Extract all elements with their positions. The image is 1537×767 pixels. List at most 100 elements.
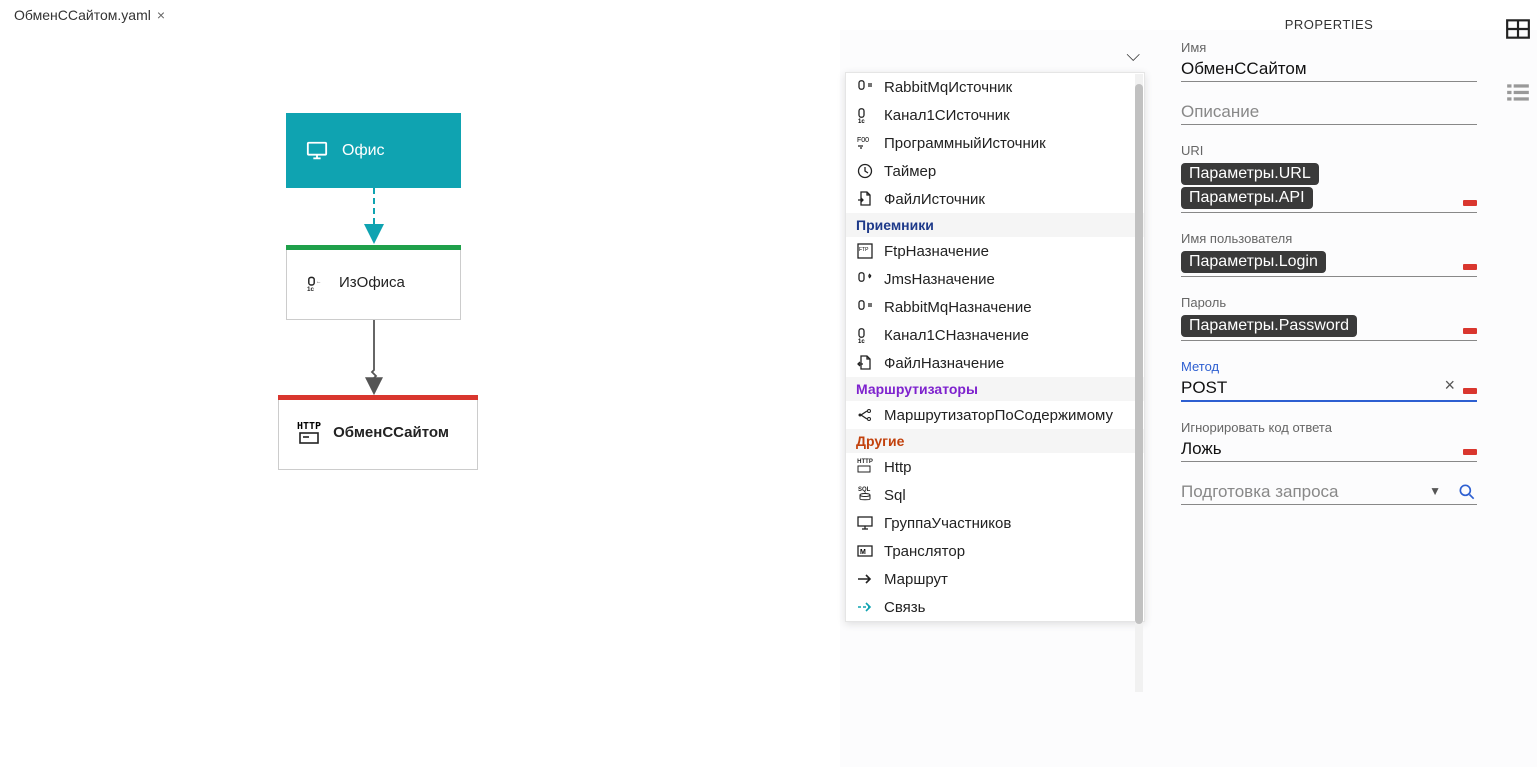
palette-item-http[interactable]: HTTP Http	[846, 453, 1144, 481]
prepare-placeholder: Подготовка запроса	[1181, 482, 1339, 501]
palette-category-receivers: Приемники	[846, 213, 1144, 237]
palette-item-content-router[interactable]: МаршрутизаторПоСодержимому	[846, 401, 1144, 429]
uri-input[interactable]: Параметры.URL Параметры.API	[1181, 160, 1477, 213]
dest-1c-icon: 1c	[856, 326, 874, 344]
palette-item-sql[interactable]: SQL Sql	[846, 481, 1144, 509]
param-tag[interactable]: Параметры.Login	[1181, 251, 1326, 273]
chevron-down-icon[interactable]: ⌵	[1126, 45, 1140, 66]
source-1c-icon: ← 1c	[305, 274, 327, 292]
node-office[interactable]: Офис	[286, 113, 461, 188]
field-label: Имя	[1181, 40, 1477, 55]
palette-item-chan1c-dst[interactable]: 1c Канал1СНазначение	[846, 321, 1144, 349]
file-export-icon	[856, 190, 874, 208]
palette-item-translator[interactable]: M Транслятор	[846, 537, 1144, 565]
properties-title: PROPERTIES	[1181, 17, 1477, 32]
prepare-select[interactable]: Подготовка запроса ▼	[1181, 480, 1477, 505]
palette-item-label: Sql	[884, 487, 906, 504]
router-icon	[856, 406, 874, 424]
palette-item-label: JmsНазначение	[884, 271, 995, 288]
palette-item-link[interactable]: Связь	[846, 593, 1144, 621]
node-topbar	[286, 245, 461, 250]
palette-item-jms-dst[interactable]: JmsНазначение	[846, 265, 1144, 293]
properties-panel: PROPERTIES Имя ОбменССайтом Описание URI…	[1179, 17, 1479, 523]
method-value: POST	[1181, 378, 1227, 397]
field-label: Метод	[1181, 359, 1477, 374]
palette-item-label: Связь	[884, 599, 925, 616]
palette-category-routers: Маршрутизаторы	[846, 377, 1144, 401]
field-ignore: Игнорировать код ответа Ложь	[1181, 420, 1477, 462]
code-icon: F00	[856, 134, 874, 152]
palette-item-rabbit-src[interactable]: RabbitMqИсточник	[846, 73, 1144, 101]
palette-item-rabbit-dst[interactable]: RabbitMqНазначение	[846, 293, 1144, 321]
close-icon[interactable]: ×	[157, 7, 165, 23]
sql-icon: SQL	[856, 486, 874, 504]
palette-item-label: ФайлИсточник	[884, 191, 985, 208]
field-password: Пароль Параметры.Password	[1181, 295, 1477, 341]
palette-item-label: RabbitMqНазначение	[884, 299, 1032, 316]
param-tag[interactable]: Параметры.URL	[1181, 163, 1319, 185]
monitor-icon	[304, 140, 330, 162]
field-label: Имя пользователя	[1181, 231, 1477, 246]
field-description: Описание	[1181, 100, 1477, 125]
remove-icon[interactable]	[1463, 328, 1477, 334]
diagram-canvas[interactable]: Офис ← 1c ИзОфиса HTTP ОбменССайтом	[0, 30, 840, 767]
password-input[interactable]: Параметры.Password	[1181, 312, 1477, 341]
right-rail	[1505, 16, 1531, 106]
node-from-office[interactable]: ← 1c ИзОфиса	[286, 245, 461, 320]
palette-item-prog-src[interactable]: F00 ПрограммныйИсточник	[846, 129, 1144, 157]
palette-item-timer[interactable]: Таймер	[846, 157, 1144, 185]
palette-item-label: ГруппаУчастников	[884, 515, 1011, 532]
palette-item-chan1c-src[interactable]: 1c Канал1СИсточник	[846, 101, 1144, 129]
user-input[interactable]: Параметры.Login	[1181, 248, 1477, 277]
method-select[interactable]: POST ×	[1181, 376, 1477, 402]
svg-text:←: ←	[316, 279, 321, 285]
node-topbar	[278, 395, 478, 400]
grid-icon[interactable]	[1505, 16, 1531, 42]
node-exchange[interactable]: HTTP ОбменССайтом	[278, 395, 478, 470]
ftp-icon: FTP	[856, 242, 874, 260]
scrollbar-thumb[interactable]	[1135, 84, 1143, 624]
node-label: Офис	[342, 142, 385, 160]
svg-text:1c: 1c	[307, 286, 315, 292]
field-label: Игнорировать код ответа	[1181, 420, 1477, 435]
palette-scrollbar[interactable]	[1135, 74, 1143, 692]
palette-item-label: Канал1СИсточник	[884, 107, 1010, 124]
param-tag[interactable]: Параметры.API	[1181, 187, 1313, 209]
palette-item-group[interactable]: ГруппаУчастников	[846, 509, 1144, 537]
name-input[interactable]: ОбменССайтом	[1181, 57, 1477, 82]
field-user: Имя пользователя Параметры.Login	[1181, 231, 1477, 277]
source-1c-icon: 1c	[856, 106, 874, 124]
remove-icon[interactable]	[1463, 200, 1477, 206]
field-label: Пароль	[1181, 295, 1477, 310]
palette-item-route[interactable]: Маршрут	[846, 565, 1144, 593]
palette-item-ftp-dst[interactable]: FTP FtpНазначение	[846, 237, 1144, 265]
list-icon[interactable]	[1505, 80, 1531, 106]
file-import-icon	[856, 354, 874, 372]
http-icon: HTTP	[297, 422, 321, 444]
remove-icon[interactable]	[1463, 449, 1477, 455]
param-tag[interactable]: Параметры.Password	[1181, 315, 1357, 337]
translator-icon: M	[856, 542, 874, 560]
field-label: URI	[1181, 143, 1477, 158]
ignore-value: Ложь	[1181, 439, 1222, 458]
jms-icon	[856, 270, 874, 288]
palette-item-label: ПрограммныйИсточник	[884, 135, 1046, 152]
palette-item-label: Транслятор	[884, 543, 965, 560]
remove-icon[interactable]	[1463, 264, 1477, 270]
clear-icon[interactable]: ×	[1444, 375, 1455, 396]
search-icon[interactable]	[1457, 482, 1477, 502]
palette-item-label: Таймер	[884, 163, 936, 180]
palette-item-file-dst[interactable]: ФайлНазначение	[846, 349, 1144, 377]
remove-icon[interactable]	[1463, 388, 1477, 394]
ignore-select[interactable]: Ложь	[1181, 437, 1477, 462]
palette-list[interactable]: RabbitMqИсточник 1c Канал1СИсточник F00 …	[846, 73, 1144, 621]
field-name: Имя ОбменССайтом	[1181, 40, 1477, 82]
palette-item-label: RabbitMqИсточник	[884, 79, 1012, 96]
editor-tab[interactable]: ОбменССайтом.yaml ×	[4, 3, 175, 27]
palette-item-label: Канал1СНазначение	[884, 327, 1029, 344]
rabbit-icon	[856, 78, 874, 96]
chevron-down-icon[interactable]: ▼	[1429, 484, 1441, 498]
palette-item-label: FtpНазначение	[884, 243, 989, 260]
description-input[interactable]: Описание	[1181, 100, 1477, 125]
palette-item-file-src[interactable]: ФайлИсточник	[846, 185, 1144, 213]
